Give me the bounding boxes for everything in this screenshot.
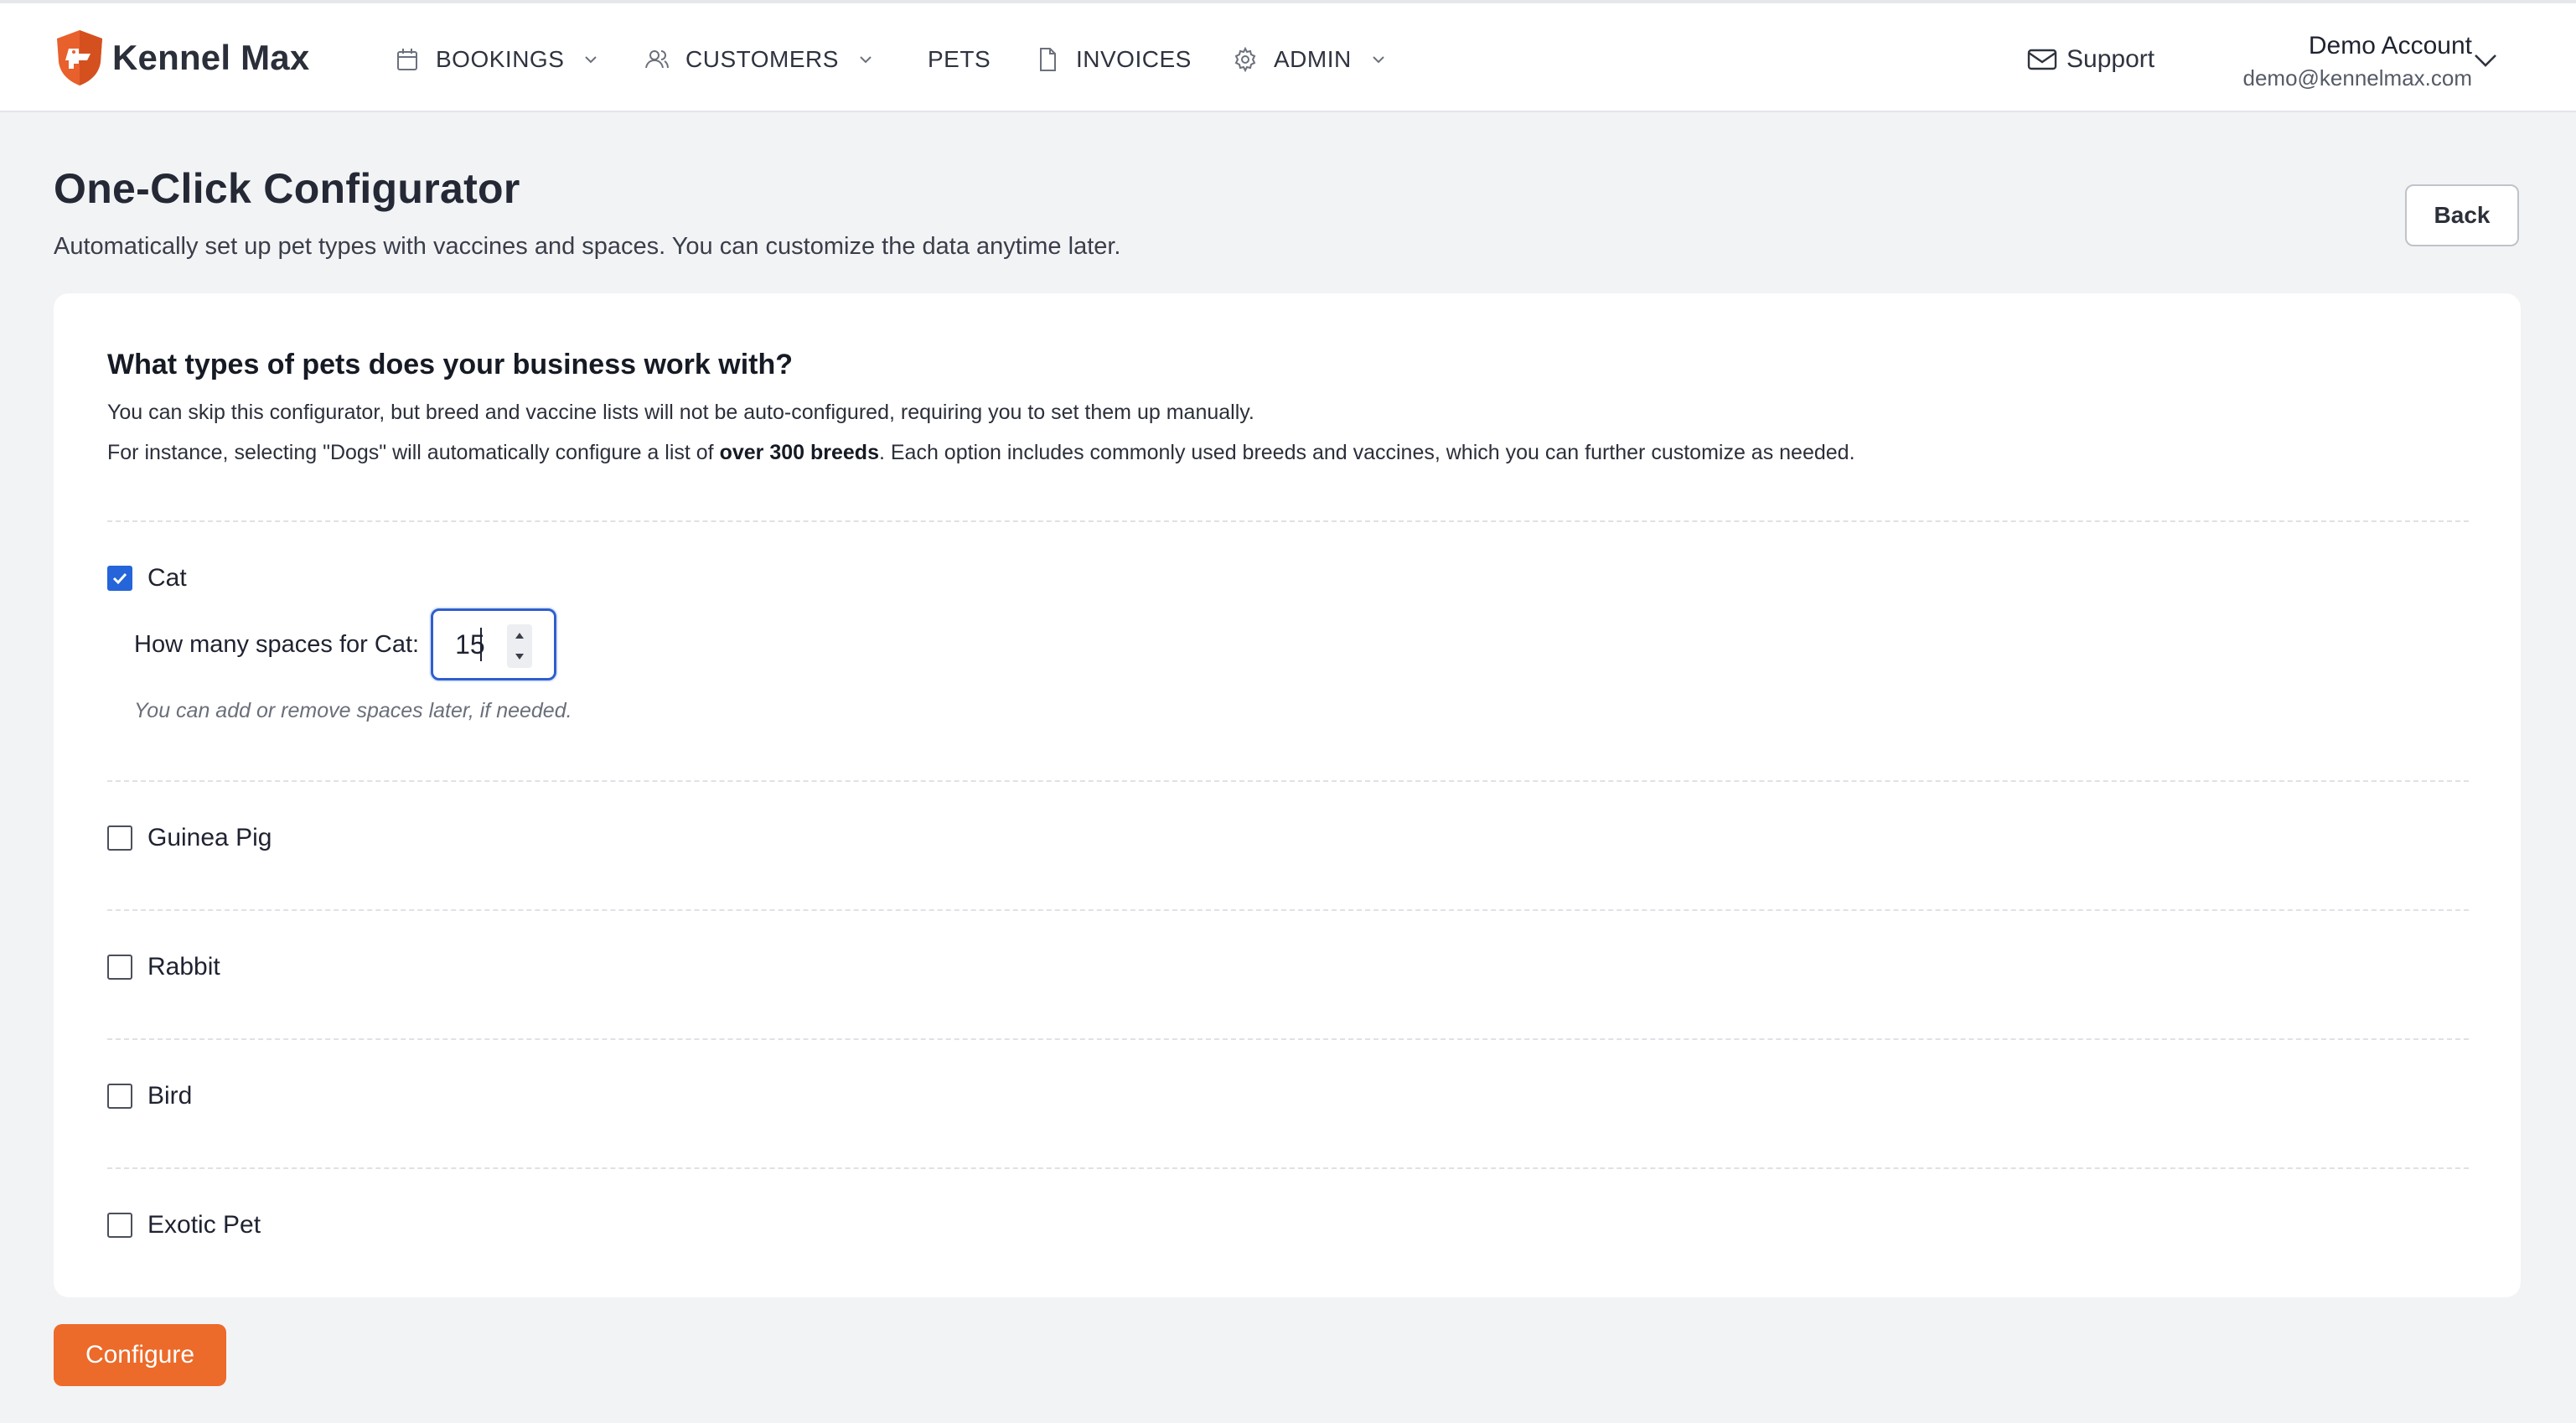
cat-spaces-row: How many spaces for Cat: 15 — [134, 608, 557, 680]
text-caret — [480, 628, 483, 661]
checkmark-icon — [112, 572, 127, 585]
configurator-card: What types of pets does your business wo… — [54, 293, 2521, 1297]
account-menu[interactable]: Demo Account demo@kennelmax.com — [2196, 28, 2472, 92]
divider — [107, 520, 2469, 522]
users-icon — [645, 50, 669, 69]
logo-text: Kennel Max — [112, 38, 310, 77]
pet-option-bird[interactable]: Bird — [107, 1079, 192, 1113]
stepper-down-icon[interactable] — [507, 646, 532, 668]
calendar-icon — [397, 49, 417, 70]
divider — [107, 1167, 2469, 1169]
divider — [107, 780, 2469, 782]
spaces-hint: You can add or remove spaces later, if n… — [134, 699, 572, 722]
support-link[interactable]: Support — [2026, 37, 2154, 82]
spaces-label: How many spaces for Cat: — [134, 630, 420, 658]
spaces-stepper[interactable] — [507, 624, 533, 668]
nav-invoices[interactable]: INVOICES — [1034, 37, 1192, 82]
back-button[interactable]: Back — [2405, 184, 2519, 246]
divider — [107, 1038, 2469, 1040]
example-suffix: . Each option includes commonly used bre… — [878, 441, 1855, 464]
nav-customers[interactable]: CUSTOMERS — [644, 37, 876, 82]
chevron-down-icon — [860, 56, 872, 64]
cat-spaces-input[interactable]: 15 — [431, 608, 557, 680]
cat-checkbox[interactable] — [107, 566, 132, 591]
pet-label: Guinea Pig — [147, 824, 272, 851]
pet-option-cat[interactable]: Cat — [107, 561, 187, 595]
pet-label: Rabbit — [147, 953, 220, 981]
example-prefix: For instance, selecting "Dogs" will auto… — [107, 441, 720, 464]
pet-option-exotic-pet[interactable]: Exotic Pet — [107, 1208, 261, 1242]
question-description: You can skip this configurator, but bree… — [107, 401, 1254, 424]
page-subtitle: Automatically set up pet types with vacc… — [54, 233, 1121, 260]
gear-icon — [1234, 46, 1256, 73]
configure-button[interactable]: Configure — [54, 1324, 226, 1386]
guinea-pig-checkbox[interactable] — [107, 825, 132, 851]
account-email: demo@kennelmax.com — [2242, 65, 2472, 91]
pet-label: Cat — [147, 564, 187, 592]
example-bold: over 300 breeds — [719, 441, 879, 464]
divider — [107, 909, 2469, 911]
kennel-max-shield-icon — [57, 30, 102, 85]
nav-invoices-label: INVOICES — [1076, 46, 1192, 72]
pet-label: Exotic Pet — [147, 1211, 261, 1239]
nav-admin-label: ADMIN — [1274, 46, 1352, 72]
nav-pets[interactable]: PETS — [928, 37, 991, 82]
bird-checkbox[interactable] — [107, 1084, 132, 1109]
account-name: Demo Account — [2308, 32, 2472, 60]
page-title: One-Click Configurator — [54, 165, 520, 212]
top-navbar: Kennel Max BOOKINGS CUSTOMERS PETS INVOI… — [0, 3, 2576, 112]
nav-bookings[interactable]: BOOKINGS — [394, 37, 601, 82]
nav-customers-label: CUSTOMERS — [685, 46, 839, 72]
rabbit-checkbox[interactable] — [107, 955, 132, 980]
document-icon — [1040, 48, 1056, 71]
logo[interactable]: Kennel Max — [54, 28, 309, 87]
mail-icon — [2027, 49, 2057, 70]
question-example: For instance, selecting "Dogs" will auto… — [107, 441, 1855, 465]
nav-admin[interactable]: ADMIN — [1232, 37, 1389, 82]
pet-option-guinea-pig[interactable]: Guinea Pig — [107, 821, 272, 855]
chevron-down-icon — [585, 56, 597, 64]
question-title: What types of pets does your business wo… — [107, 349, 794, 380]
chevron-down-icon — [1373, 56, 1384, 64]
exotic-pet-checkbox[interactable] — [107, 1213, 132, 1238]
nav-pets-label: PETS — [928, 46, 991, 72]
nav-bookings-label: BOOKINGS — [436, 46, 565, 72]
chevron-down-icon[interactable] — [2470, 45, 2501, 75]
stepper-up-icon[interactable] — [507, 624, 532, 646]
pet-label: Bird — [147, 1082, 193, 1110]
pet-option-rabbit[interactable]: Rabbit — [107, 950, 220, 984]
support-label: Support — [2066, 45, 2155, 73]
